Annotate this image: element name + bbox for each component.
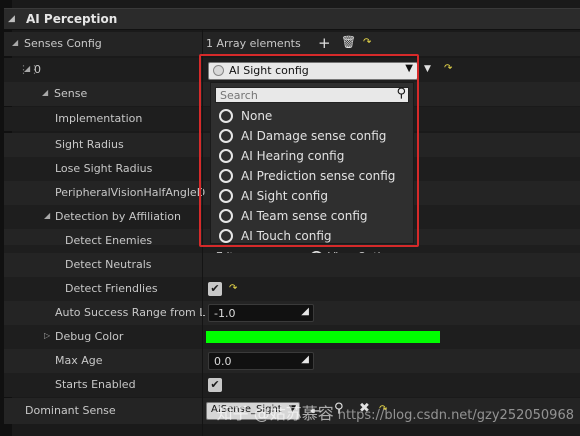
expand-arrow-icon[interactable]: ◢ [24, 64, 30, 73]
sense-group-label: Sense [54, 87, 88, 100]
popup-search-box[interactable]: ⚲ [215, 86, 409, 103]
option-label: AI Sight config [241, 189, 328, 203]
array-element-row: ⋮⋮ ◢ 0 AI Sight config ▼ ▼ ↷ [4, 58, 580, 82]
popup-option[interactable]: AI Prediction sense config [217, 167, 409, 187]
detection-affiliation-label: Detection by Affiliation [55, 210, 182, 223]
reset-arrow-icon[interactable]: ↷ [444, 63, 452, 74]
column-divider[interactable] [202, 30, 203, 436]
property-row: Detect Neutrals [4, 253, 580, 277]
debug-color-swatch[interactable] [206, 331, 440, 343]
detect-friendlies-checkbox[interactable]: ✔ [208, 282, 222, 296]
reset-arrow-icon[interactable]: ↷ [229, 283, 237, 294]
senses-config-label: Senses Config [24, 37, 102, 50]
starts-enabled-checkbox[interactable]: ✔ [208, 378, 222, 392]
search-input[interactable] [218, 88, 388, 102]
radio-icon [219, 229, 233, 243]
property-row: Max Age 0.0 ◢ [4, 349, 580, 373]
chevron-down-icon: ▼ [405, 63, 413, 74]
add-element-icon[interactable]: + [318, 34, 331, 52]
popup-option[interactable]: AI Touch config [217, 227, 409, 247]
collapse-arrow-icon[interactable]: ◢ [8, 14, 15, 24]
chevron-down-icon[interactable]: ▼ [424, 64, 431, 74]
radio-icon [213, 65, 224, 76]
debug-color-label: Debug Color [55, 330, 124, 343]
expand-arrow-icon[interactable]: ◢ [12, 38, 18, 47]
option-label: AI Touch config [241, 229, 332, 243]
popup-option[interactable]: AI Damage sense config [217, 127, 409, 147]
option-label: AI Damage sense config [241, 129, 387, 143]
option-label: None [241, 109, 273, 123]
implementation-label: Implementation [55, 112, 143, 125]
sight-radius-label: Sight Radius [55, 138, 124, 151]
radio-icon [219, 129, 233, 143]
radio-icon [219, 209, 233, 223]
radio-icon [219, 189, 233, 203]
radio-icon [219, 109, 233, 123]
search-icon[interactable]: ⚲ [396, 86, 406, 101]
option-label: AI Hearing config [241, 149, 345, 163]
property-row: Detect Friendlies ✔ ↷ [4, 277, 580, 301]
expand-arrow-icon[interactable]: ◢ [44, 211, 50, 220]
auto-success-input[interactable]: -1.0 ◢ [208, 304, 314, 322]
auto-success-label: Auto Success Range from Last Seen [55, 306, 205, 319]
expand-arrow-icon[interactable]: ◢ [42, 88, 48, 97]
watermark-text: 知乎 @姑苏慕容 [216, 404, 334, 423]
resize-handle-icon: ◢ [301, 306, 309, 317]
array-count: 1 Array elements [206, 37, 301, 50]
resize-handle-icon: ◢ [301, 354, 309, 365]
reset-arrow-icon[interactable]: ↷ [363, 37, 371, 48]
starts-enabled-label: Starts Enabled [55, 378, 136, 391]
array-index-label: 0 [34, 63, 41, 76]
max-age-value: 0.0 [214, 355, 232, 368]
popup-option[interactable]: None [217, 107, 409, 127]
popup-option[interactable]: AI Sight config [217, 187, 409, 207]
option-label: AI Prediction sense config [241, 169, 396, 183]
dominant-sense-label: Dominant Sense [25, 404, 116, 417]
property-row: Auto Success Range from Last Seen -1.0 ◢ [4, 301, 580, 325]
max-age-label: Max Age [55, 354, 103, 367]
watermark-url: https://blog.csdn.net/gzy252050968 [337, 408, 574, 423]
detect-friendlies-label: Detect Friendlies [65, 282, 158, 295]
peripheral-vision-label: PeripheralVisionHalfAngleDeg [55, 186, 205, 199]
trash-icon[interactable]: 🗑 [341, 35, 356, 49]
auto-success-value: -1.0 [214, 307, 236, 320]
section-title: AI Perception [26, 12, 118, 26]
property-row: Starts Enabled ✔ [4, 373, 580, 397]
sense-class-dropdown[interactable]: AI Sight config ▼ [208, 62, 418, 80]
sense-class-popup: ⚲ None AI Damage sense config AI Hearing… [210, 82, 414, 244]
watermark: 知乎 @姑苏慕容 https://blog.csdn.net/gzy2520509… [217, 400, 574, 424]
section-header[interactable]: ◢ AI Perception [4, 8, 580, 30]
detect-neutrals-label: Detect Neutrals [65, 258, 152, 271]
expand-arrow-icon[interactable]: ▷ [44, 331, 50, 340]
radio-icon [219, 149, 233, 163]
max-age-input[interactable]: 0.0 ◢ [208, 352, 314, 370]
dropdown-selected: AI Sight config [229, 64, 309, 77]
radio-icon [219, 169, 233, 183]
senses-config-row: ◢ Senses Config 1 Array elements + 🗑 ↷ [4, 32, 580, 56]
popup-option[interactable]: AI Team sense config [217, 207, 409, 227]
popup-option[interactable]: AI Hearing config [217, 147, 409, 167]
lose-sight-radius-label: Lose Sight Radius [55, 162, 153, 175]
option-label: AI Team sense config [241, 209, 368, 223]
